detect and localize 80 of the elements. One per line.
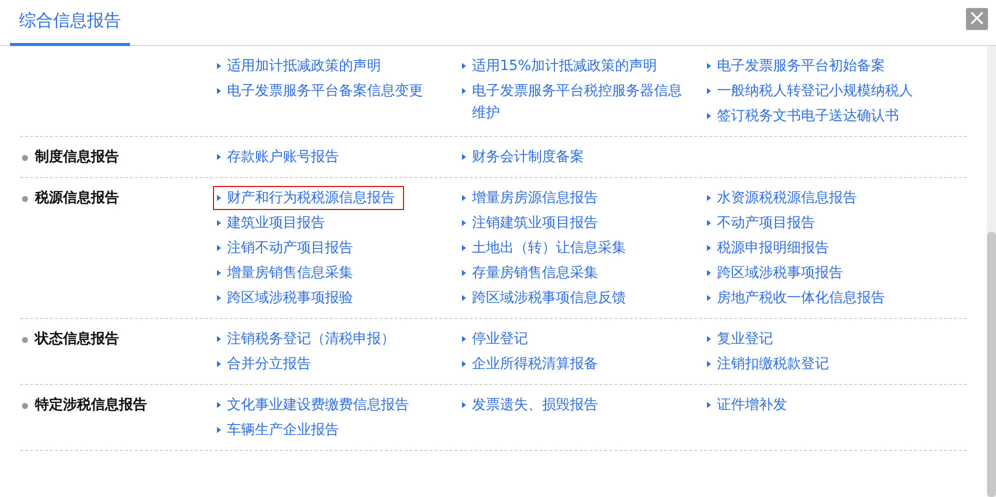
report-link[interactable]: 跨区域涉税事项报验	[213, 286, 357, 310]
category-label: 税源信息报告	[35, 189, 119, 208]
report-link[interactable]: 企业所得税清算报备	[458, 352, 602, 376]
report-link[interactable]: 税源申报明细报告	[703, 236, 833, 260]
category-bullet-icon	[22, 196, 28, 202]
report-link[interactable]: 注销税务登记（清税申报）	[213, 327, 399, 351]
report-link[interactable]: 合并分立报告	[213, 352, 315, 376]
triangle-icon	[707, 195, 711, 201]
report-link[interactable]: 复业登记	[703, 327, 777, 351]
triangle-icon	[462, 195, 466, 201]
triangle-icon	[707, 295, 711, 301]
triangle-icon	[707, 361, 711, 367]
report-link[interactable]: 水资源税税源信息报告	[703, 186, 861, 210]
report-link[interactable]: 注销不动产项目报告	[213, 236, 357, 260]
report-link[interactable]: 不动产项目报告	[703, 211, 819, 235]
report-link[interactable]: 车辆生产企业报告	[213, 418, 343, 442]
triangle-icon	[217, 88, 221, 94]
triangle-icon	[462, 154, 466, 160]
triangle-icon	[462, 245, 466, 251]
scrollbar-thumb[interactable]	[987, 232, 996, 497]
report-link[interactable]: 发票遗失、损毁报告	[458, 393, 602, 417]
triangle-icon	[707, 88, 711, 94]
category-label: 制度信息报告	[35, 148, 119, 167]
report-link[interactable]: 跨区域涉税事项信息反馈	[458, 286, 630, 310]
triangle-icon	[462, 402, 466, 408]
triangle-icon	[462, 361, 466, 367]
close-button[interactable]: ×	[966, 8, 988, 30]
triangle-icon	[217, 295, 221, 301]
triangle-icon	[707, 220, 711, 226]
report-link[interactable]: 证件增补发	[703, 393, 791, 417]
report-link[interactable]: 适用15%加计抵减政策的声明	[458, 54, 662, 78]
report-link[interactable]: 建筑业项目报告	[213, 211, 329, 235]
triangle-icon	[217, 336, 221, 342]
report-link[interactable]: 土地出（转）让信息采集	[458, 236, 630, 260]
category-bullet-icon	[22, 337, 28, 343]
triangle-icon	[217, 63, 221, 69]
triangle-icon	[462, 295, 466, 301]
report-link[interactable]: 签订税务文书电子送达确认书	[703, 104, 903, 128]
report-link[interactable]: 电子发票服务平台初始备案	[703, 54, 889, 78]
triangle-icon	[217, 270, 221, 276]
triangle-icon	[462, 63, 466, 69]
triangle-icon	[707, 63, 711, 69]
triangle-icon	[217, 220, 221, 226]
category-bullet-icon	[22, 155, 28, 161]
scrollbar[interactable]	[987, 46, 996, 497]
triangle-icon	[707, 402, 711, 408]
report-link[interactable]: 跨区域涉税事项报告	[703, 261, 847, 285]
triangle-icon	[217, 361, 221, 367]
report-link[interactable]: 存款账户账号报告	[213, 145, 343, 169]
triangle-icon	[707, 336, 711, 342]
triangle-icon	[462, 88, 466, 94]
report-link[interactable]: 适用加计抵减政策的声明	[213, 54, 385, 78]
triangle-icon	[217, 427, 221, 433]
triangle-icon	[707, 113, 711, 119]
category-label: 状态信息报告	[35, 330, 119, 349]
triangle-icon	[462, 336, 466, 342]
triangle-icon	[707, 270, 711, 276]
triangle-icon	[462, 270, 466, 276]
report-link[interactable]: 电子发票服务平台备案信息变更	[213, 79, 427, 103]
triangle-icon	[217, 402, 221, 408]
report-link[interactable]: 增量房销售信息采集	[213, 261, 357, 285]
triangle-icon	[217, 195, 221, 201]
triangle-icon	[217, 154, 221, 160]
report-link[interactable]: 电子发票服务平台税控服务器信息维护	[458, 79, 686, 125]
category-bullet-icon	[22, 403, 28, 409]
report-link[interactable]: 注销扣缴税款登记	[703, 352, 833, 376]
tab[interactable]: 综合信息报告	[10, 0, 130, 46]
report-link[interactable]: 财务会计制度备案	[458, 145, 588, 169]
report-link[interactable]: 停业登记	[458, 327, 532, 351]
report-link[interactable]: 文化事业建设费缴费信息报告	[213, 393, 413, 417]
report-link[interactable]: 存量房销售信息采集	[458, 261, 602, 285]
triangle-icon	[707, 245, 711, 251]
report-link[interactable]: 增量房房源信息报告	[458, 186, 602, 210]
category-label: 特定涉税信息报告	[35, 396, 147, 415]
report-link[interactable]: 注销建筑业项目报告	[458, 211, 602, 235]
report-link[interactable]: 财产和行为税税源信息报告	[213, 186, 404, 210]
report-link[interactable]: 一般纳税人转登记小规模纳税人	[703, 79, 917, 103]
triangle-icon	[462, 220, 466, 226]
triangle-icon	[217, 245, 221, 251]
report-link[interactable]: 房地产税收一体化信息报告	[703, 286, 889, 310]
